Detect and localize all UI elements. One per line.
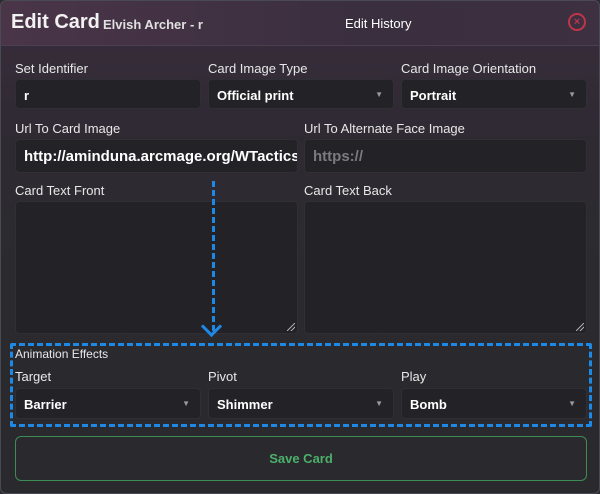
set-identifier-value: r	[24, 88, 30, 103]
set-identifier-input[interactable]: r	[15, 79, 201, 109]
url-card-image-label: Url To Card Image	[15, 121, 121, 136]
animation-effects-label: Animation Effects	[15, 347, 109, 361]
card-text-back-label: Card Text Back	[304, 183, 392, 198]
target-label: Target	[15, 369, 52, 384]
resize-grip-icon[interactable]	[576, 323, 584, 331]
dialog-header: Edit Card Elvish Archer - r Edit History…	[1, 1, 599, 46]
pivot-select[interactable]: Shimmer ▼	[208, 388, 394, 419]
caret-down-icon: ▼	[182, 399, 190, 408]
play-label: Play	[401, 369, 427, 384]
url-alternate-face-label: Url To Alternate Face Image	[304, 121, 465, 136]
card-text-front-textarea[interactable]	[15, 201, 298, 334]
set-identifier-label: Set Identifier	[15, 61, 88, 76]
card-text-front-label: Card Text Front	[15, 183, 105, 198]
dialog-title: Edit Card	[11, 11, 100, 33]
card-image-orientation-value: Portrait	[410, 88, 457, 103]
caret-down-icon: ▼	[375, 399, 383, 408]
pivot-value: Shimmer	[217, 397, 273, 412]
play-value: Bomb	[410, 397, 447, 412]
caret-down-icon: ▼	[568, 399, 576, 408]
url-alternate-face-placeholder: https://	[313, 148, 363, 165]
annotation-arrow-line	[212, 181, 215, 331]
card-image-orientation-label: Card Image Orientation	[401, 61, 537, 76]
pivot-label: Pivot	[208, 369, 237, 384]
card-image-type-label: Card Image Type	[208, 61, 308, 76]
resize-grip-icon[interactable]	[287, 323, 295, 331]
url-card-image-value: http://aminduna.arcmage.org/WTactics/	[24, 148, 298, 165]
card-image-type-value: Official print	[217, 88, 294, 103]
save-card-button[interactable]: Save Card	[15, 436, 587, 481]
target-value: Barrier	[24, 397, 67, 412]
url-card-image-input[interactable]: http://aminduna.arcmage.org/WTactics/	[15, 139, 298, 173]
caret-down-icon: ▼	[375, 90, 383, 99]
target-select[interactable]: Barrier ▼	[15, 388, 201, 419]
card-image-orientation-select[interactable]: Portrait ▼	[401, 79, 587, 109]
card-text-back-textarea[interactable]	[304, 201, 587, 334]
caret-down-icon: ▼	[568, 90, 576, 99]
edit-card-dialog: Edit Card Elvish Archer - r Edit History…	[0, 0, 600, 494]
url-alternate-face-input[interactable]: https://	[304, 139, 587, 173]
close-icon[interactable]: ×	[568, 13, 586, 31]
card-image-type-select[interactable]: Official print ▼	[208, 79, 394, 109]
play-select[interactable]: Bomb ▼	[401, 388, 587, 419]
card-name-subtitle: Elvish Archer - r	[103, 17, 203, 32]
edit-history-link[interactable]: Edit History	[345, 16, 411, 31]
